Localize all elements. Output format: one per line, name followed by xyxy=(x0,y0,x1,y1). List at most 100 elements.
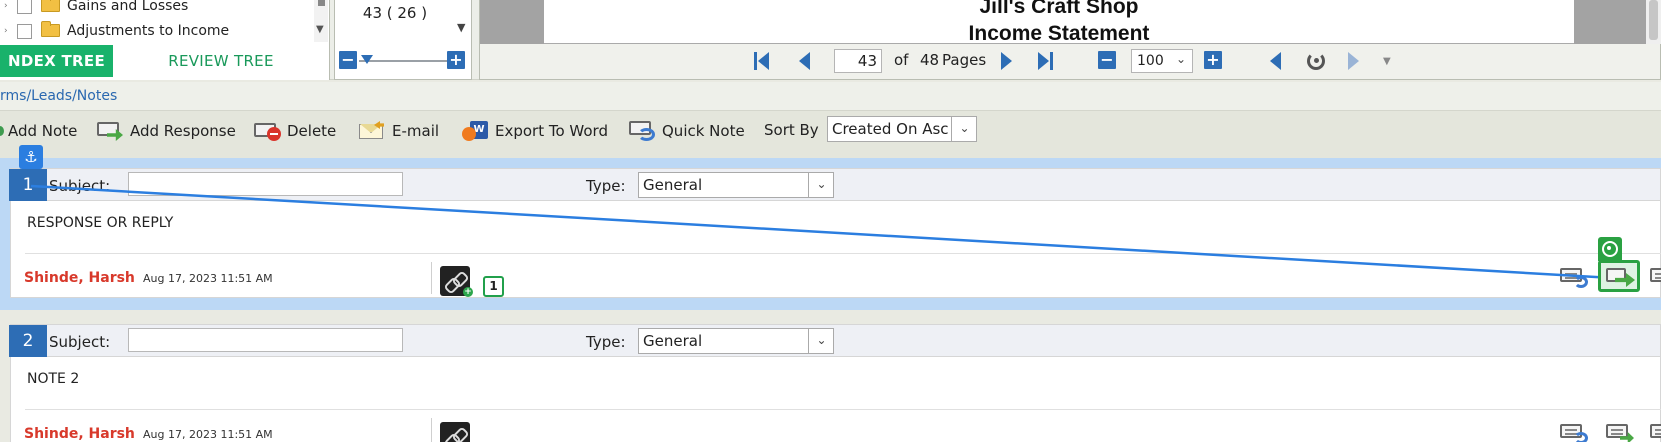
reply-arrow-icon xyxy=(1574,276,1588,288)
more-options-icon[interactable]: ▼ xyxy=(1383,56,1391,67)
note-separator xyxy=(431,418,432,442)
tree-scroll-thumb[interactable] xyxy=(318,0,325,6)
folder-icon xyxy=(41,0,60,12)
doc-scroll-thumb[interactable] xyxy=(1649,0,1658,40)
sort-dropdown-icon[interactable]: ⌄ xyxy=(951,116,977,142)
first-page-arrow-icon xyxy=(758,52,769,70)
history-back-button[interactable] xyxy=(1270,52,1281,70)
tab-index-tree[interactable]: NDEX TREE xyxy=(0,45,113,77)
thumb-zoom-slider-track[interactable] xyxy=(359,60,453,62)
document-page: Jill's Craft Shop Income Statement xyxy=(544,0,1574,45)
type-dropdown-icon[interactable]: ⌄ xyxy=(808,328,834,354)
note-divider xyxy=(25,253,1661,254)
add-response-button[interactable]: Add Response xyxy=(97,119,236,143)
note-divider xyxy=(25,409,1661,410)
tree-expander-icon[interactable]: › xyxy=(4,1,8,11)
history-forward-button[interactable] xyxy=(1348,52,1359,70)
note-date: Aug 17, 2023 11:51 AM xyxy=(143,428,273,441)
target-icon[interactable] xyxy=(1598,237,1622,261)
zoom-out-button[interactable]: − xyxy=(1098,51,1116,69)
tree-item-label: Adjustments to Income xyxy=(67,23,230,39)
tree-item-label: Gains and Losses xyxy=(67,0,189,14)
delete-label: Delete xyxy=(287,122,337,140)
last-page-button[interactable] xyxy=(1038,52,1056,70)
scroll-down-icon[interactable]: ▼ xyxy=(316,24,324,35)
more-action-button[interactable] xyxy=(1650,422,1661,442)
word-export-icon: W xyxy=(462,121,488,141)
thumb-zoom-in-button[interactable]: + xyxy=(447,51,465,69)
note-body[interactable]: RESPONSE OR REPLY xyxy=(27,215,173,231)
note-body[interactable]: NOTE 2 xyxy=(27,371,79,387)
breadcrumb-bar xyxy=(0,82,1661,110)
tree-item-gains-losses[interactable]: › Gains and Losses xyxy=(0,0,314,18)
quick-note-button[interactable]: Quick Note xyxy=(629,119,745,143)
pager-toolbar xyxy=(480,45,1660,79)
folder-icon xyxy=(41,21,60,37)
prev-page-button[interactable] xyxy=(799,52,810,70)
add-response-action-icon xyxy=(1606,424,1628,438)
last-page-arrow-icon xyxy=(1038,52,1049,70)
note-number: 1 xyxy=(9,169,47,201)
page-select-arrow-icon[interactable]: ▼ xyxy=(457,21,465,34)
rotate-icon-center xyxy=(1314,58,1319,63)
email-label: E-mail xyxy=(392,122,440,140)
breadcrumb[interactable]: rms/Leads/Notes xyxy=(0,88,117,104)
note-separator xyxy=(431,262,432,294)
thumb-zoom-out-button[interactable]: − xyxy=(339,51,357,69)
add-response-label: Add Response xyxy=(130,122,236,140)
tree-item-checkbox[interactable] xyxy=(17,23,32,39)
export-to-word-button[interactable]: W Export To Word xyxy=(462,119,608,143)
quick-note-icon xyxy=(629,121,655,141)
type-dropdown-icon[interactable]: ⌄ xyxy=(808,172,834,198)
tree-scrollbar[interactable] xyxy=(314,0,328,42)
export-to-word-label: Export To Word xyxy=(495,122,608,140)
subject-input[interactable] xyxy=(128,172,403,196)
anchor-icon[interactable]: ⚓ xyxy=(19,145,43,169)
zoom-in-button[interactable]: + xyxy=(1204,51,1222,69)
more-action-button[interactable] xyxy=(1650,266,1661,288)
note-author: Shinde, Harsh xyxy=(24,270,135,286)
email-icon xyxy=(359,121,385,141)
subject-label: Subject: xyxy=(49,333,111,351)
type-select[interactable]: General xyxy=(638,328,834,354)
note-number: 2 xyxy=(9,325,47,357)
add-response-action-button[interactable] xyxy=(1606,422,1634,442)
add-note-button[interactable]: Add Note xyxy=(0,119,77,143)
tree-item-adjustments[interactable]: › Adjustments to Income xyxy=(0,19,314,43)
quick-reply-button[interactable] xyxy=(1560,266,1588,288)
add-note-label: Add Note xyxy=(8,122,78,140)
email-button[interactable]: E-mail xyxy=(359,119,439,143)
note-header: 1 Subject: Type: General ⌄ xyxy=(9,169,1660,201)
document-subtitle: Income Statement xyxy=(968,22,1150,45)
more-action-icon xyxy=(1650,424,1661,438)
total-pages: 48 xyxy=(920,51,940,69)
of-label: of xyxy=(894,51,909,69)
delete-button[interactable]: Delete xyxy=(254,119,336,143)
next-page-button[interactable] xyxy=(1001,52,1012,70)
add-response-icon xyxy=(97,121,123,141)
tab-review-tree[interactable]: REVIEW TREE xyxy=(113,45,329,77)
tree-item-checkbox[interactable] xyxy=(17,0,32,14)
page-number-input[interactable]: 43 xyxy=(834,49,882,73)
link-icon[interactable] xyxy=(440,422,470,442)
thumb-zoom-slider-handle[interactable] xyxy=(361,55,373,64)
pages-label: Pages xyxy=(942,51,987,69)
first-page-button[interactable] xyxy=(754,52,772,70)
doc-margin-right xyxy=(1574,0,1646,44)
note-card[interactable]: 1 Subject: Type: General ⌄ RESPONSE OR R… xyxy=(9,168,1661,298)
type-select[interactable]: General xyxy=(638,172,834,198)
tree-expander-icon[interactable]: › xyxy=(4,26,8,36)
doc-margin-left xyxy=(480,0,544,44)
link-count-badge[interactable]: 1 xyxy=(483,276,504,297)
sort-by-label: Sort By xyxy=(764,121,819,139)
last-page-icon xyxy=(1050,52,1053,70)
drop-target-box[interactable] xyxy=(1598,260,1640,292)
note-date: Aug 17, 2023 11:51 AM xyxy=(143,272,273,285)
quick-reply-button[interactable] xyxy=(1560,422,1588,442)
type-label: Type: xyxy=(586,177,626,195)
subject-input[interactable] xyxy=(128,328,403,352)
page-select-value[interactable]: 43 ( 26 ) xyxy=(335,4,455,22)
delete-icon xyxy=(254,121,281,141)
zoom-dropdown-icon[interactable]: ⌄ xyxy=(1176,52,1186,66)
note-card[interactable]: 2 Subject: Type: General ⌄ NOTE 2 Shinde… xyxy=(9,324,1661,442)
